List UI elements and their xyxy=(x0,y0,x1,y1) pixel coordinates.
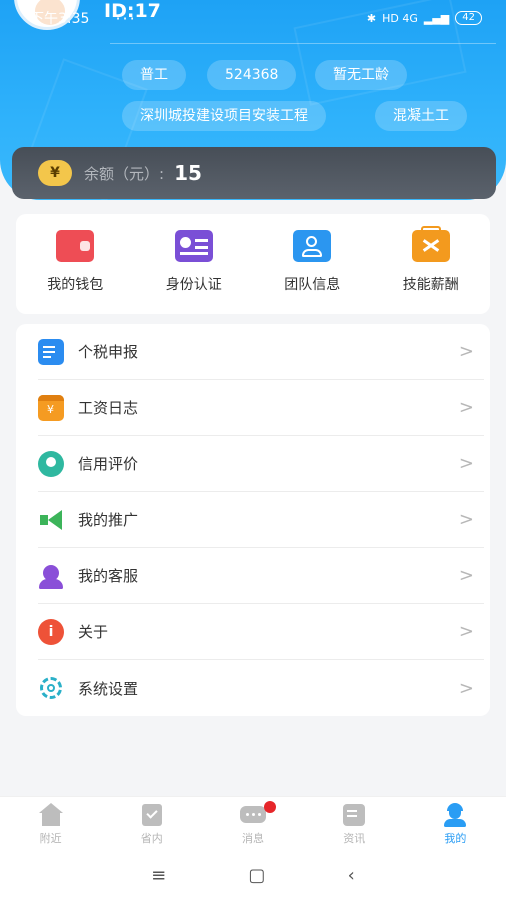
menu-item-promotion[interactable]: 我的推广 > xyxy=(38,492,484,548)
tag-trade: 混凝土工 xyxy=(375,101,467,131)
message-icon xyxy=(239,803,267,827)
salary-log-icon: ¥ xyxy=(38,394,64,421)
tab-label: 资讯 xyxy=(343,832,366,845)
tag-job: 普工 xyxy=(122,60,186,90)
system-nav-bar: ≡ ▢ ‹ xyxy=(0,850,506,900)
menu-label: 信用评价 xyxy=(78,455,139,473)
info-icon: i xyxy=(38,618,64,645)
chevron-right-icon: > xyxy=(458,341,474,362)
back-icon[interactable]: ‹ xyxy=(348,865,355,886)
toolbox-icon xyxy=(411,226,450,262)
quick-label: 身份认证 xyxy=(165,277,222,293)
menu-label: 关于 xyxy=(78,623,109,641)
menu-label: 我的客服 xyxy=(78,567,139,585)
quick-label: 技能薪酬 xyxy=(402,277,459,293)
header-divider xyxy=(110,43,496,44)
chevron-right-icon: > xyxy=(458,565,474,586)
credit-badge-icon xyxy=(38,450,64,477)
bottom-tab-bar: 附近 省内 消息 资讯 我的 xyxy=(0,796,506,850)
quick-label: 我的钱包 xyxy=(47,277,104,293)
menu-item-salary-log[interactable]: ¥ 工资日志 > xyxy=(38,380,484,436)
settings-menu: 个税申报 > ¥ 工资日志 > 信用评价 > 我的推广 > 我的客服 > i 关… xyxy=(16,324,490,716)
quick-id-verify[interactable]: 身份认证 xyxy=(135,214,254,314)
home-icon xyxy=(37,803,65,827)
tab-province[interactable]: 省内 xyxy=(101,797,202,850)
user-id: ID:17 xyxy=(104,0,161,22)
network-indicator: HD 4G xyxy=(382,11,418,25)
yen-icon: ¥ xyxy=(38,160,72,186)
headset-icon xyxy=(38,563,64,589)
tab-label: 消息 xyxy=(242,832,264,845)
tab-nearby[interactable]: 附近 xyxy=(0,797,101,850)
team-icon xyxy=(293,230,332,262)
tag-number: 524368 xyxy=(207,60,297,90)
battery-indicator: 42 xyxy=(455,11,482,25)
tab-mine[interactable]: 我的 xyxy=(405,797,506,850)
signal-icon: ▂▄▆ xyxy=(423,11,450,25)
menu-label: 个税申报 xyxy=(78,343,139,361)
menu-item-about[interactable]: i 关于 > xyxy=(38,604,484,660)
menu-item-credit[interactable]: 信用评价 > xyxy=(38,436,484,492)
menu-item-tax[interactable]: 个税申报 > xyxy=(38,324,484,380)
wallet-icon xyxy=(56,230,95,262)
menu-item-settings[interactable]: 系统设置 > xyxy=(38,660,484,716)
balance-value: 15 xyxy=(174,161,202,185)
message-badge xyxy=(264,801,277,813)
status-bar: 下午3:35 ··· ✱ HD 4G ▂▄▆ 42 xyxy=(30,6,482,30)
worker-icon xyxy=(441,803,469,827)
home-button-icon[interactable]: ▢ xyxy=(248,865,265,886)
bluetooth-icon: ✱ xyxy=(366,11,377,25)
chevron-right-icon: > xyxy=(458,509,474,530)
chevron-right-icon: > xyxy=(458,397,474,418)
menu-icon[interactable]: ≡ xyxy=(151,865,166,886)
quick-skill-pay[interactable]: 技能薪酬 xyxy=(372,214,491,314)
gear-icon xyxy=(38,675,64,701)
balance-label: 余额（元）: xyxy=(84,164,165,183)
quick-team[interactable]: 团队信息 xyxy=(253,214,372,314)
tab-label: 我的 xyxy=(444,832,467,845)
quick-label: 团队信息 xyxy=(284,277,341,293)
megaphone-icon xyxy=(38,507,64,533)
tab-label: 省内 xyxy=(140,832,163,845)
quick-wallet[interactable]: 我的钱包 xyxy=(16,214,135,314)
balance-bar[interactable]: ¥ 余额（元）: 15 xyxy=(12,147,496,199)
menu-label: 工资日志 xyxy=(78,399,139,417)
tax-form-icon xyxy=(38,338,64,365)
chevron-right-icon: > xyxy=(458,621,474,642)
status-time: 下午3:35 xyxy=(30,11,90,27)
news-icon xyxy=(340,803,368,827)
tab-news[interactable]: 资讯 xyxy=(304,797,405,850)
tab-messages[interactable]: 消息 xyxy=(202,797,303,850)
menu-item-support[interactable]: 我的客服 > xyxy=(38,548,484,604)
quick-actions: 我的钱包 身份认证 团队信息 技能薪酬 xyxy=(16,214,490,314)
tab-label: 附近 xyxy=(39,832,62,845)
menu-label: 我的推广 xyxy=(78,511,139,529)
id-card-icon xyxy=(174,230,213,262)
menu-label: 系统设置 xyxy=(78,679,139,698)
status-right: ✱ HD 4G ▂▄▆ 42 xyxy=(367,11,482,25)
clipboard-icon xyxy=(138,803,166,827)
chevron-right-icon: > xyxy=(458,453,474,474)
tag-seniority: 暂无工龄 xyxy=(315,60,407,90)
tag-project: 深圳城投建设项目安装工程 xyxy=(122,101,326,131)
chevron-right-icon: > xyxy=(458,677,474,699)
